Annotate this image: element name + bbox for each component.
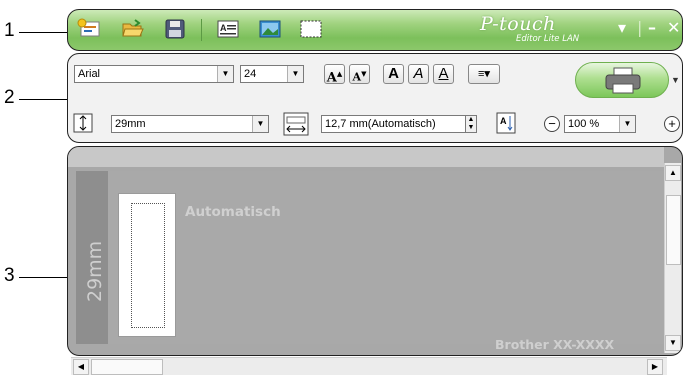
zoom-in-icon[interactable]: + <box>664 116 680 132</box>
vertical-text-icon[interactable]: A <box>496 112 516 134</box>
printable-area <box>131 203 165 328</box>
close-button[interactable]: ✕ <box>667 18 680 37</box>
label-length-icon <box>283 112 309 136</box>
callout-line-1 <box>19 32 67 33</box>
chevron-down-icon[interactable]: ▼ <box>252 116 268 132</box>
insert-frame-icon[interactable] <box>299 18 323 40</box>
scroll-up-icon[interactable]: ▲ <box>665 165 681 181</box>
format-toolbar: Arial ▼ 24 ▼ A▲ A▼ A A A ≡▾ ▼ 29mm ▼ 12,… <box>67 53 683 143</box>
label-length-value: 12,7 mm(Automatisch) <box>325 118 436 130</box>
horizontal-scroll-thumb[interactable] <box>91 359 163 375</box>
insert-text-icon[interactable]: A <box>216 18 240 40</box>
open-folder-icon[interactable] <box>121 18 145 40</box>
callout-1: 1 <box>4 20 15 41</box>
underline-icon[interactable]: A <box>433 64 454 84</box>
tape-width-icon <box>73 113 93 133</box>
vertical-scroll-thumb[interactable] <box>666 195 681 265</box>
app-logo: P-touch Editor Lite LAN <box>480 11 600 47</box>
tape-width-value: 29mm <box>115 118 146 130</box>
minimize-button[interactable]: – <box>648 18 656 37</box>
length-spinner[interactable]: ▲ ▼ <box>465 115 477 133</box>
scroll-down-icon[interactable]: ▼ <box>665 335 681 351</box>
length-mode-label: Automatisch <box>185 204 281 220</box>
tape-width-select[interactable]: 29mm ▼ <box>111 115 269 133</box>
font-size-value: 24 <box>244 68 257 80</box>
insert-image-icon[interactable] <box>258 18 282 40</box>
svg-text:A: A <box>220 23 227 33</box>
callout-line-2 <box>19 99 67 100</box>
callout-2: 2 <box>4 87 15 108</box>
toolbar-separator <box>201 19 202 41</box>
font-select[interactable]: Arial ▼ <box>74 65 234 83</box>
font-select-value: Arial <box>78 68 101 80</box>
chevron-down-icon[interactable]: ▼ <box>217 66 233 82</box>
print-options-chevron-icon[interactable]: ▼ <box>671 62 681 98</box>
scroll-left-icon[interactable]: ◀ <box>73 359 89 375</box>
horizontal-scrollbar[interactable]: ◀ ▶ <box>71 357 667 375</box>
label-canvas: 29mm Automatisch Brother XX-XXXX ▲ ▼ <box>67 146 683 356</box>
shrink-font-icon[interactable]: A▼ <box>349 64 370 84</box>
new-label-icon[interactable] <box>77 18 101 40</box>
font-size-select[interactable]: 24 ▼ <box>240 65 304 83</box>
chevron-down-icon[interactable]: ▼ <box>619 116 635 132</box>
bold-icon[interactable]: A <box>383 64 404 84</box>
titlebar-divider: | <box>637 18 643 37</box>
label-length-input[interactable]: 12,7 mm(Automatisch) <box>321 115 466 133</box>
save-disk-icon[interactable] <box>163 18 187 40</box>
canvas-margin <box>68 147 664 167</box>
zoom-value: 100 % <box>568 118 600 130</box>
vertical-scrollbar[interactable]: ▲ ▼ <box>664 163 681 353</box>
title-bar: A P-touch Editor Lite LAN ▾ | – ✕ <box>67 9 683 51</box>
menu-dropdown-button[interactable]: ▾ <box>618 18 626 37</box>
scroll-right-icon[interactable]: ▶ <box>647 359 663 375</box>
printer-model-label: Brother XX-XXXX <box>495 337 615 352</box>
logo-sub-text: Editor Lite LAN <box>516 34 580 44</box>
label-preview[interactable] <box>118 193 176 337</box>
logo-main-text: P-touch <box>480 13 556 35</box>
zoom-out-icon[interactable]: − <box>544 116 560 132</box>
callout-3: 3 <box>4 265 15 286</box>
svg-text:A: A <box>500 116 507 126</box>
chevron-down-icon[interactable]: ▼ <box>287 66 303 82</box>
tape-size-label: 29mm <box>84 240 106 302</box>
zoom-select[interactable]: 100 % ▼ <box>564 115 636 133</box>
callout-line-3 <box>19 277 67 278</box>
align-icon[interactable]: ≡▾ <box>468 64 500 84</box>
print-button[interactable] <box>575 62 669 98</box>
print-icon <box>605 67 641 94</box>
grow-font-icon[interactable]: A▲ <box>324 64 345 85</box>
italic-icon[interactable]: A <box>408 64 429 84</box>
